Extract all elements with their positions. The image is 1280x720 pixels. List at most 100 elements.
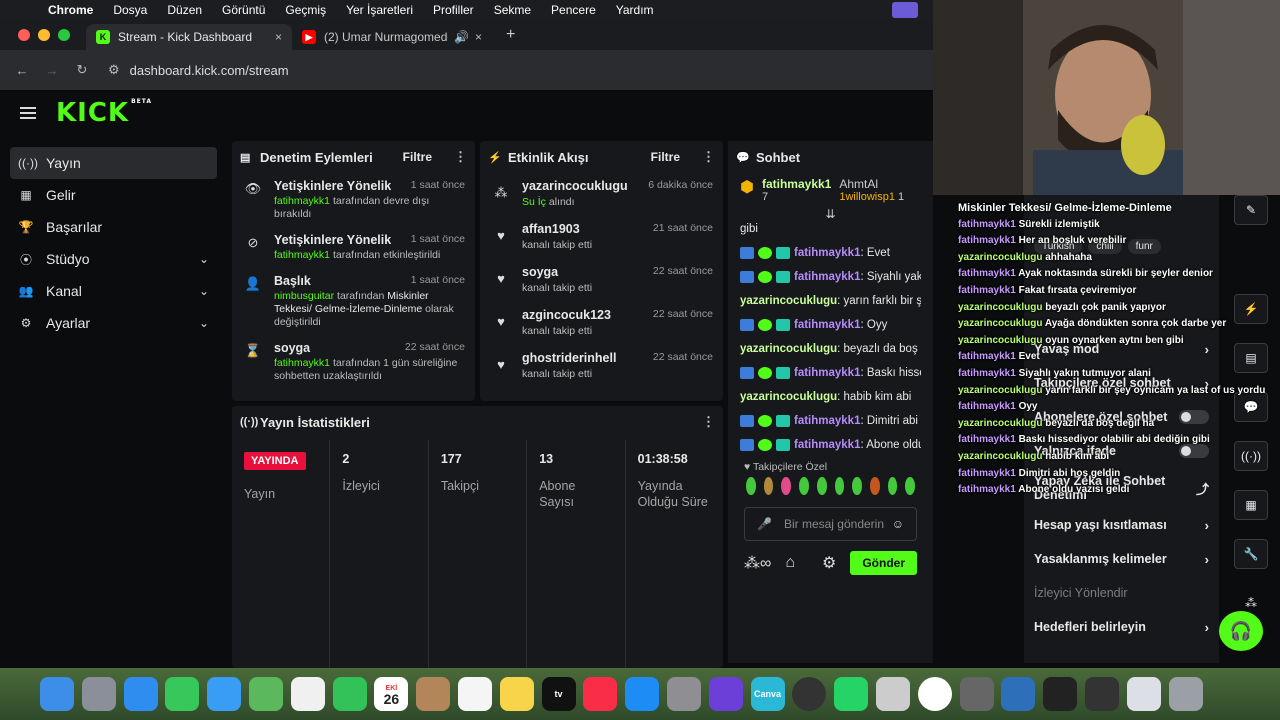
menu-item[interactable]: Yardım [616,3,654,17]
launchpad-icon[interactable] [81,677,116,711]
disk-utility-icon[interactable] [875,677,910,711]
emoji-icon[interactable]: ☺ [892,517,904,531]
appstore-icon[interactable] [625,677,660,711]
emote-icon[interactable] [763,477,774,495]
panel-title: Denetim Eylemleri [260,149,373,165]
contacts-icon[interactable] [416,677,451,711]
menu-item[interactable]: Düzen [167,3,202,17]
sidebar-item-studyo[interactable]: ⦿ Stüdyo ⌄ [10,243,217,275]
menu-item[interactable]: Pencere [551,3,596,17]
chevron-down-icon[interactable]: ⌄ [199,284,209,298]
chat-message: fatihmaykk1: Siyahlı yakın tutmuyor alan… [740,269,921,285]
close-window-icon[interactable] [18,29,30,41]
emote-icon[interactable] [869,477,880,495]
tab-kick-dashboard[interactable]: K Stream - Kick Dashboard × [86,24,292,50]
quicktime-icon[interactable] [1001,677,1036,711]
chat-message: fatihmaykk1: Abone oldu yazısı geldi [740,437,921,453]
tab-close-icon[interactable]: × [275,30,282,44]
more-icon[interactable]: ⋮ [702,414,715,430]
preview-icon[interactable] [1126,677,1161,711]
more-icon[interactable]: ⋮ [702,149,715,165]
reminders-icon[interactable] [457,677,492,711]
menu-icon[interactable] [20,107,36,119]
canva-icon[interactable]: Canva [750,677,785,711]
tab-close-icon[interactable]: × [475,30,482,44]
chrome-icon[interactable] [917,677,952,711]
filter-button[interactable]: Filtre [403,150,432,164]
imovie-icon[interactable] [708,677,743,711]
setting-account-age[interactable]: Hesap yaşı kısıtlaması › [1024,508,1219,542]
menu-item[interactable]: Görüntü [222,3,265,17]
finder-icon[interactable] [40,677,74,711]
reload-icon[interactable]: ↻ [74,62,90,78]
menu-item[interactable]: Yer İşaretleri [346,3,413,17]
messages-icon[interactable] [165,677,200,711]
back-icon[interactable]: ← [14,63,30,78]
menu-app-name[interactable]: Chrome [48,3,93,17]
setting-banned-words[interactable]: Yasaklanmış kelimeler › [1024,542,1219,576]
screen-share-icon[interactable] [892,2,918,18]
emote-icon[interactable] [905,477,916,495]
menu-item[interactable]: Profiller [433,3,474,17]
chatter-name[interactable]: fatihmaykk1 [762,177,831,191]
music-icon[interactable] [583,677,618,711]
more-icon[interactable]: ⋮ [454,149,467,165]
chatter-name[interactable]: AhmtAl [839,177,904,191]
setting-goals[interactable]: Hedefleri belirleyin › [1024,610,1219,644]
sidebar-item-ayarlar[interactable]: ⚙ Ayarlar ⌄ [10,307,217,339]
facetime-icon[interactable] [332,677,367,711]
emote-icon[interactable] [834,477,845,495]
microphone-icon[interactable]: 🎤 [757,517,772,531]
safari-icon[interactable] [123,677,158,711]
tv-icon[interactable]: tv [541,677,576,711]
photos-icon[interactable] [290,677,325,711]
sidebar-item-gelir[interactable]: ▦ Gelir [10,179,217,211]
chatter-name[interactable]: 1willowisp1 [839,191,895,203]
emote-icon[interactable] [799,477,809,495]
calendar-icon[interactable]: EKİ 26 [374,677,409,711]
tab-youtube[interactable]: ▶ (2) Umar Nurmagomedov 🔊 × [292,24,492,50]
obs-icon[interactable] [792,677,827,711]
sidebar-item-yayin[interactable]: ((·)) Yayın [10,147,217,179]
emote-icon[interactable] [746,477,756,495]
notes-icon[interactable] [499,677,534,711]
game-icon[interactable] [1084,677,1119,711]
maps-icon[interactable] [248,677,283,711]
emote-icon[interactable] [816,477,827,495]
emote-icon[interactable] [887,477,898,495]
store-icon[interactable]: ⌂ [785,554,795,572]
kick-logo[interactable]: KICK BETA [56,98,152,128]
sidebar-item-basarilar[interactable]: 🏆 Başarılar [10,211,217,243]
kick-points-icon[interactable]: ⁂∞ [744,553,771,573]
gear-icon[interactable]: ⚙ [822,553,836,573]
mail-icon[interactable] [207,677,242,711]
zoom-window-icon[interactable] [58,29,70,41]
chat-input[interactable]: 🎤 Bir mesaj gönderin ☺ [744,507,917,541]
chat-panel: 💬 Sohbet ⬢ fatihmaykk1 7 AhmtAl 1willowi… [728,141,933,663]
speaker-icon[interactable]: 🔊 [454,30,469,44]
emote-icon[interactable] [781,477,792,495]
menu-item[interactable]: Geçmiş [285,3,326,17]
setting-raid: İzleyici Yönlendir [1034,586,1128,600]
filter-button[interactable]: Filtre [651,150,680,164]
new-tab-button[interactable]: + [506,26,515,44]
trash-icon[interactable] [1168,677,1203,711]
calculator-icon[interactable] [959,677,994,711]
settings-icon[interactable] [666,677,701,711]
menu-item[interactable]: Dosya [113,3,147,17]
site-settings-icon[interactable]: ⚙ [108,62,120,78]
support-headset-icon[interactable]: 🎧 [1219,611,1263,651]
wrench-icon[interactable]: 🔧 [1234,539,1268,569]
chevron-down-icon[interactable]: ⌄ [199,252,209,266]
forward-icon[interactable]: → [44,63,60,78]
logitech-ghub-icon[interactable] [1043,677,1078,711]
whatsapp-icon[interactable] [834,677,869,711]
sidebar-item-kanal[interactable]: 👥 Kanal ⌄ [10,275,217,307]
chevron-down-icon[interactable]: ⌄ [199,316,209,330]
menu-item[interactable]: Sekme [494,3,531,17]
minimize-window-icon[interactable] [38,29,50,41]
scroll-down-icon[interactable]: ⇊ [728,207,933,221]
emote-icon[interactable] [852,477,862,495]
send-button[interactable]: Gönder [850,551,917,575]
url-field[interactable]: ⚙ dashboard.kick.com/stream [108,62,289,78]
